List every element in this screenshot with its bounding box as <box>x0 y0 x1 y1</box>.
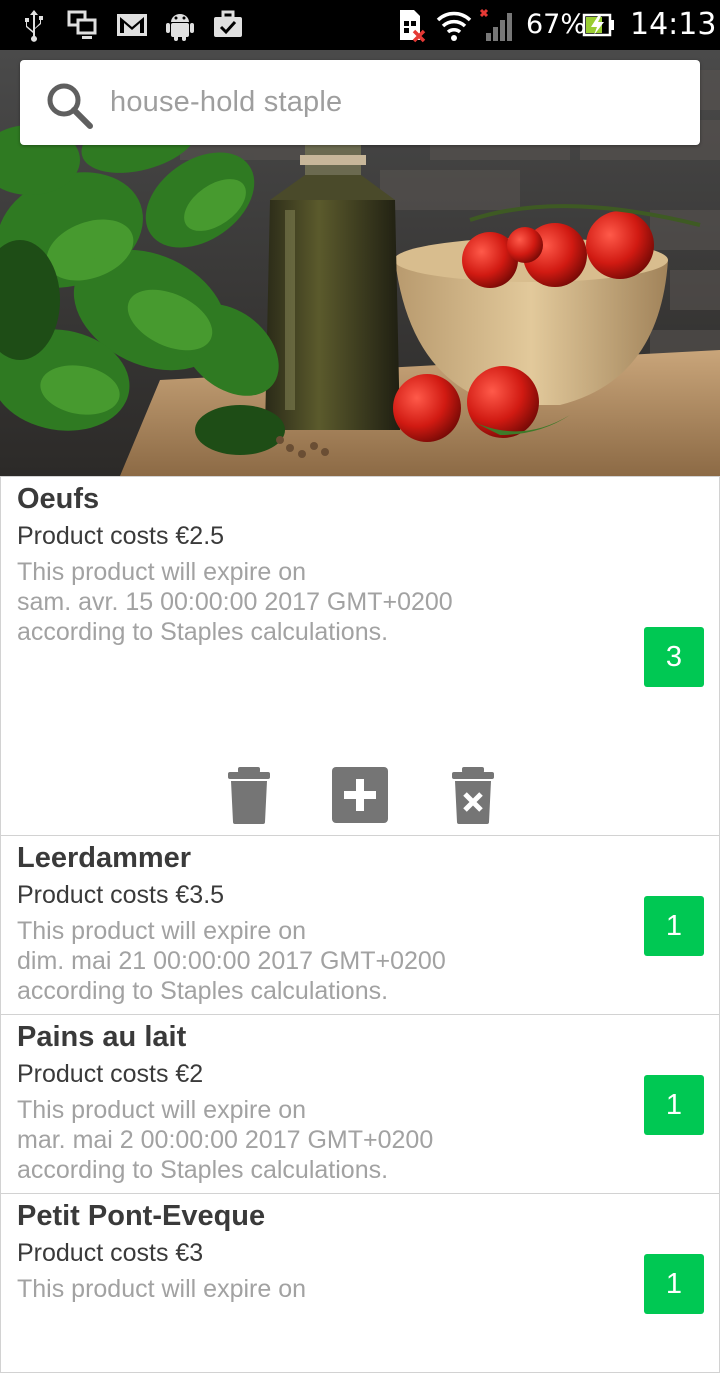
status-bar: 67% 14:13 <box>0 0 720 50</box>
gmail-icon <box>117 14 147 36</box>
delete-all-button[interactable] <box>444 767 502 825</box>
product-list: Oeufs Product costs €2.5 This product wi… <box>0 476 720 1373</box>
product-expiry: This product will expire on dim. mai 21 … <box>17 916 446 1006</box>
product-name: Oeufs <box>17 483 100 515</box>
product-expiry: This product will expire on mar. mai 2 0… <box>17 1095 433 1185</box>
expiry-line: according to Staples calculations. <box>17 618 389 646</box>
quantity-badge[interactable]: 3 <box>644 627 704 687</box>
product-cost: Product costs €3 <box>17 1239 204 1267</box>
expiry-line: This product will expire on <box>17 1275 307 1303</box>
usb-icon <box>25 10 43 42</box>
list-item-leerdammer[interactable]: Leerdammer Product costs €3.5 This produ… <box>0 836 720 1015</box>
product-cost: Product costs €3.5 <box>17 881 225 909</box>
search-input[interactable]: house-hold staple <box>110 60 690 145</box>
briefcase-check-icon <box>214 10 242 37</box>
product-expiry: This product will expire on sam. avr. 15… <box>17 557 453 647</box>
product-expiry: This product will expire on <box>17 1274 306 1304</box>
delete-all-icon <box>452 767 494 824</box>
expiry-line: This product will expire on <box>17 917 307 945</box>
expiry-date: dim. mai 21 00:00:00 2017 GMT+0200 <box>17 947 446 975</box>
list-item-oeufs[interactable]: Oeufs Product costs €2.5 This product wi… <box>0 476 720 836</box>
expiry-line: This product will expire on <box>17 558 307 586</box>
item-actions <box>1 767 719 827</box>
screen-cast-icon <box>67 10 97 39</box>
clock: 14:13 <box>630 7 717 42</box>
search-icon[interactable] <box>44 80 96 132</box>
list-item-petit-pont-eveque[interactable]: Petit Pont-Eveque Product costs €3 This … <box>0 1194 720 1373</box>
delete-icon <box>228 767 270 824</box>
sim-error-icon <box>400 10 426 43</box>
quantity-badge[interactable]: 1 <box>644 1075 704 1135</box>
add-button[interactable] <box>332 767 388 825</box>
product-name: Petit Pont-Eveque <box>17 1200 266 1232</box>
battery-charging-icon <box>582 13 614 37</box>
expiry-line: This product will expire on <box>17 1096 307 1124</box>
android-icon <box>166 14 194 41</box>
expiry-line: according to Staples calculations. <box>17 1156 389 1184</box>
product-cost: Product costs €2.5 <box>17 522 225 550</box>
wifi-icon <box>436 11 472 41</box>
product-name: Pains au lait <box>17 1021 187 1053</box>
expiry-line: according to Staples calculations. <box>17 977 389 1005</box>
signal-icon <box>479 8 512 41</box>
product-cost: Product costs €2 <box>17 1060 204 1088</box>
quantity-badge[interactable]: 1 <box>644 1254 704 1314</box>
expiry-date: sam. avr. 15 00:00:00 2017 GMT+0200 <box>17 588 453 616</box>
list-item-pains-au-lait[interactable]: Pains au lait Product costs €2 This prod… <box>0 1015 720 1194</box>
delete-button[interactable] <box>220 767 278 825</box>
quantity-badge[interactable]: 1 <box>644 896 704 956</box>
battery-percentage: 67% <box>526 9 587 40</box>
expiry-date: mar. mai 2 00:00:00 2017 GMT+0200 <box>17 1126 434 1154</box>
search-bar[interactable]: house-hold staple <box>20 60 700 145</box>
add-icon <box>332 767 388 823</box>
product-name: Leerdammer <box>17 842 192 874</box>
